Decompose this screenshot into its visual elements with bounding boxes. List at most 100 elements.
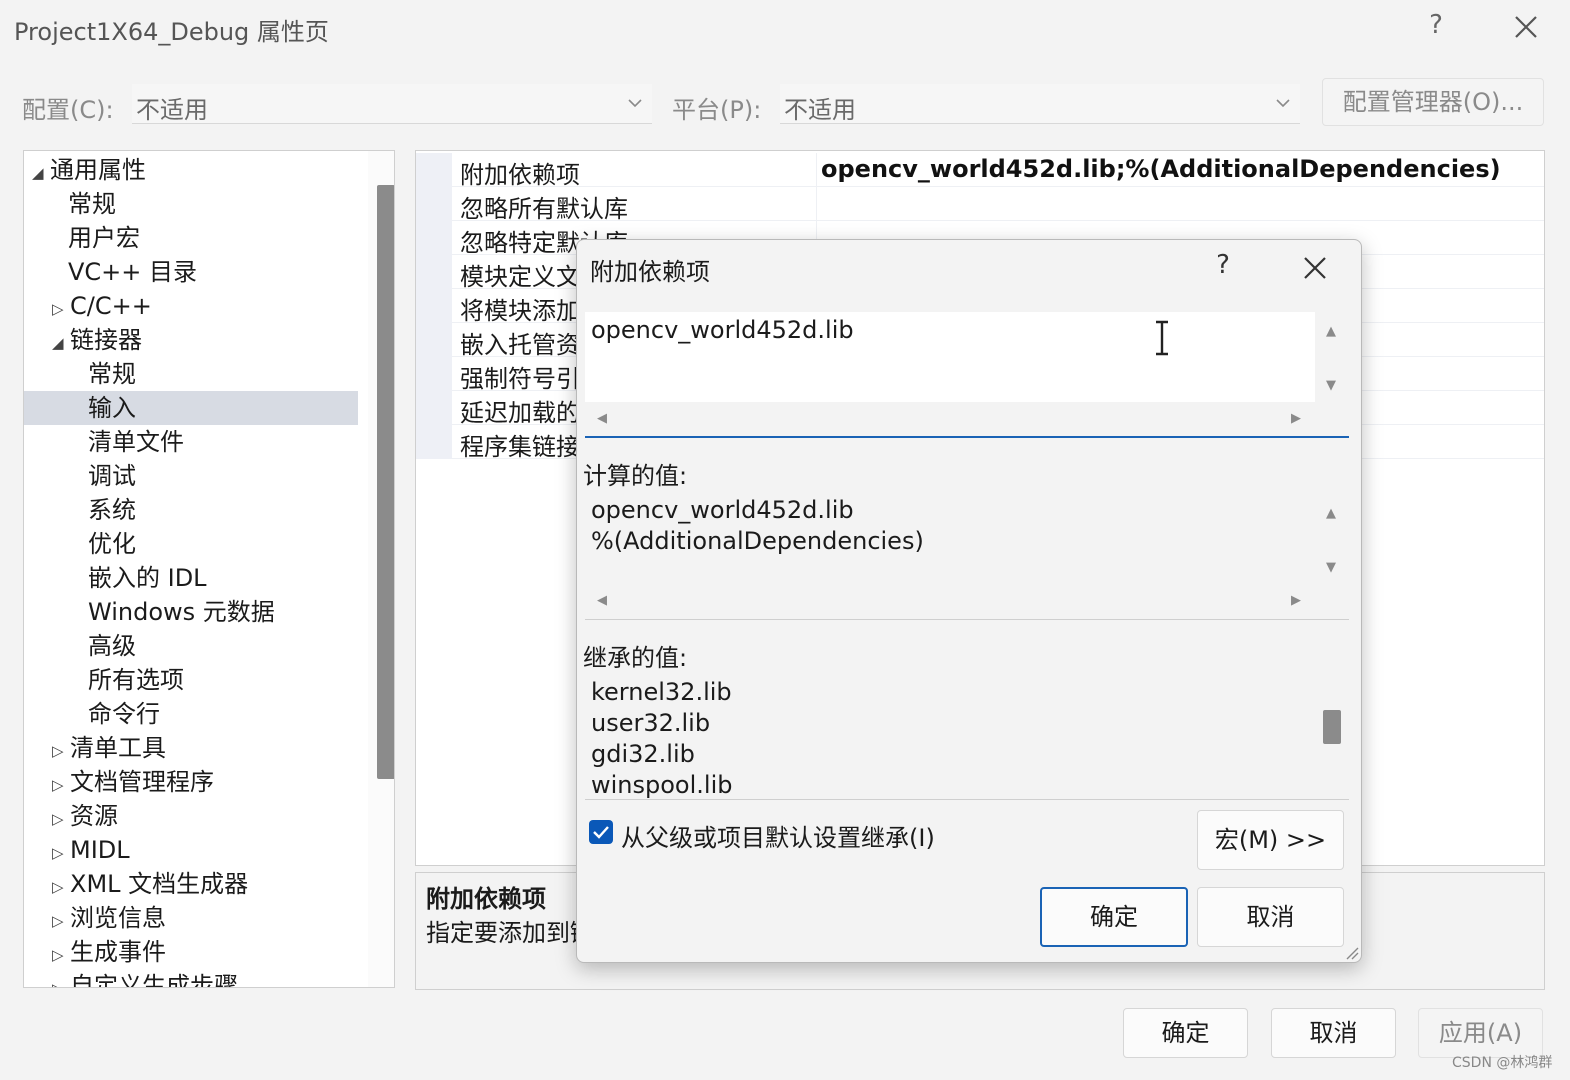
computed-line: opencv_world452d.lib	[591, 496, 854, 524]
property-tree: ◢ 通用属性 常规 用户宏 VC++ 目录 ▷ C/C++ ◢ 链接器 常规 输入 清单文件 调试 系统优…	[23, 150, 395, 988]
expanded-arrow-icon[interactable]: ◢	[52, 326, 70, 360]
collapsed-arrow-icon[interactable]: ▷	[52, 734, 70, 768]
ok-button[interactable]: 确定	[1123, 1008, 1248, 1058]
platform-label: 平台(P):	[672, 96, 762, 124]
tree-item[interactable]: 命令行	[24, 697, 364, 731]
tree-item[interactable]: 优化	[24, 527, 364, 561]
collapsed-arrow-icon[interactable]: ▷	[52, 836, 70, 870]
scroll-right-icon[interactable]: ▶	[1291, 593, 1301, 608]
row-gutter	[416, 221, 452, 255]
config-manager-button[interactable]: 配置管理器(O)...	[1322, 78, 1544, 126]
inherit-checkbox-label[interactable]: 从父级或项目默认设置继承(I)	[621, 818, 935, 853]
tree-item-label: 命令行	[88, 700, 160, 728]
close-icon	[1304, 257, 1326, 279]
edit-vscrollbar[interactable]: ▲ ▼	[1315, 312, 1349, 402]
dialog-cancel-button[interactable]: 取消	[1197, 887, 1344, 947]
scroll-up-icon[interactable]: ▲	[1326, 506, 1336, 521]
collapsed-arrow-icon[interactable]: ▷	[52, 870, 70, 904]
collapsed-arrow-icon[interactable]: ▷	[52, 768, 70, 802]
tree-item[interactable]: ▷ 浏览信息	[24, 901, 364, 935]
property-name: 将模块添加	[460, 297, 580, 325]
dialog-close-button[interactable]	[1297, 250, 1333, 286]
inherited-scrollbar-thumb[interactable]	[1323, 710, 1341, 744]
tree-item[interactable]: 常规	[24, 357, 364, 391]
property-name: 延迟加载的	[460, 399, 580, 427]
platform-dropdown[interactable]: 不适用	[780, 84, 1300, 124]
tree-item[interactable]: ▷ MIDL	[24, 833, 364, 867]
tree-item[interactable]: VC++ 目录	[24, 255, 364, 289]
tree-item[interactable]: 高级	[24, 629, 364, 663]
collapsed-arrow-icon[interactable]: ▷	[52, 292, 70, 326]
tree-item[interactable]: 系统	[24, 493, 364, 527]
close-button[interactable]	[1508, 8, 1544, 48]
cancel-button[interactable]: 取消	[1271, 1008, 1396, 1058]
scroll-left-icon[interactable]: ◀	[597, 411, 607, 426]
tree-item-label: 通用属性	[50, 156, 146, 184]
computed-hscrollbar[interactable]: ◀ ▶	[585, 584, 1349, 618]
dialog-help-button[interactable]: ?	[1211, 250, 1235, 280]
window-titlebar: Project1X64_Debug 属性页 ?	[0, 0, 1570, 56]
expanded-arrow-icon[interactable]: ◢	[32, 156, 50, 190]
tree-scrollbar-thumb[interactable]	[377, 185, 394, 779]
scroll-right-icon[interactable]: ▶	[1291, 411, 1301, 426]
tree-item[interactable]: Windows 元数据	[24, 595, 364, 629]
collapsed-arrow-icon[interactable]: ▷	[52, 972, 70, 987]
tree-item[interactable]: 嵌入的 IDL	[24, 561, 364, 595]
dependencies-edit-box[interactable]: opencv_world452d.lib ▲ ▼ ◀ ▶	[585, 312, 1349, 438]
apply-button[interactable]: 应用(A)	[1418, 1008, 1543, 1058]
tree-item[interactable]: 调试	[24, 459, 364, 493]
config-dropdown[interactable]: 不适用	[132, 84, 652, 124]
config-label: 配置(C):	[22, 96, 114, 124]
edit-hscrollbar[interactable]: ◀ ▶	[585, 402, 1349, 436]
tree-item[interactable]: ◢ 通用属性	[24, 153, 364, 187]
row-gutter	[416, 255, 452, 289]
collapsed-arrow-icon[interactable]: ▷	[52, 938, 70, 972]
tree-item-label: 资源	[70, 802, 118, 830]
tree-item[interactable]: 用户宏	[24, 221, 364, 255]
property-row[interactable]: 附加依赖项 opencv_world452d.lib;%(AdditionalDe…	[416, 153, 1544, 189]
resize-grip-icon[interactable]	[1343, 944, 1359, 960]
tree-item[interactable]: 常规	[24, 187, 364, 221]
tree-item-label: 优化	[88, 530, 136, 558]
collapsed-arrow-icon[interactable]: ▷	[52, 802, 70, 836]
row-gutter	[416, 391, 452, 425]
tree-item-label: 高级	[88, 632, 136, 660]
inherited-line: kernel32.lib	[591, 678, 732, 706]
scroll-down-icon[interactable]: ▼	[1326, 560, 1336, 575]
tree-item[interactable]: ▷ C/C++	[24, 289, 364, 323]
inherited-vscrollbar[interactable]	[1315, 676, 1349, 799]
tree-item[interactable]: ▷ 生成事件	[24, 935, 364, 969]
tree-item[interactable]: ▷ 文档管理程序	[24, 765, 364, 799]
macro-button[interactable]: 宏(M) >>	[1197, 810, 1344, 870]
tree-item-selected[interactable]: 输入	[24, 391, 358, 425]
scroll-up-icon[interactable]: ▲	[1326, 324, 1336, 339]
collapsed-arrow-icon[interactable]: ▷	[52, 904, 70, 938]
row-gutter	[416, 153, 452, 187]
tree-item[interactable]: ▷ 清单工具	[24, 731, 364, 765]
window-title: Project1X64_Debug 属性页	[14, 18, 329, 46]
property-value[interactable]: opencv_world452d.lib;%(AdditionalDepende…	[821, 155, 1501, 183]
tree-item-label: C/C++	[70, 292, 152, 320]
tree-item[interactable]: ▷自定义生成步骤	[24, 969, 364, 987]
tree-item[interactable]: ▷ 资源	[24, 799, 364, 833]
property-name: 程序集链接	[460, 433, 580, 461]
scroll-down-icon[interactable]: ▼	[1326, 378, 1336, 393]
tree-item-label: 调试	[88, 462, 136, 490]
inherited-values-box: kernel32.lib user32.lib gdi32.lib winspo…	[585, 676, 1349, 800]
property-name: 模块定义文	[460, 263, 580, 291]
tree-item[interactable]: 所有选项	[24, 663, 364, 697]
property-row[interactable]: 忽略所有默认库	[416, 187, 1544, 223]
help-button[interactable]: ?	[1422, 10, 1450, 46]
tree-item[interactable]: ◢ 链接器	[24, 323, 364, 357]
computed-vscrollbar[interactable]: ▲ ▼	[1315, 494, 1349, 584]
tree-scrollbar[interactable]	[368, 151, 394, 987]
config-dropdown-value: 不适用	[136, 96, 208, 124]
tree-item-label: 常规	[88, 360, 136, 388]
dialog-ok-button[interactable]: 确定	[1040, 887, 1188, 947]
tree-item[interactable]: ▷ XML 文档生成器	[24, 867, 364, 901]
scroll-left-icon[interactable]: ◀	[597, 593, 607, 608]
inherited-line: winspool.lib	[591, 771, 733, 799]
tree-item[interactable]: 清单文件	[24, 425, 364, 459]
inherit-checkbox[interactable]	[589, 820, 613, 844]
tree-item-label: 用户宏	[68, 224, 140, 252]
